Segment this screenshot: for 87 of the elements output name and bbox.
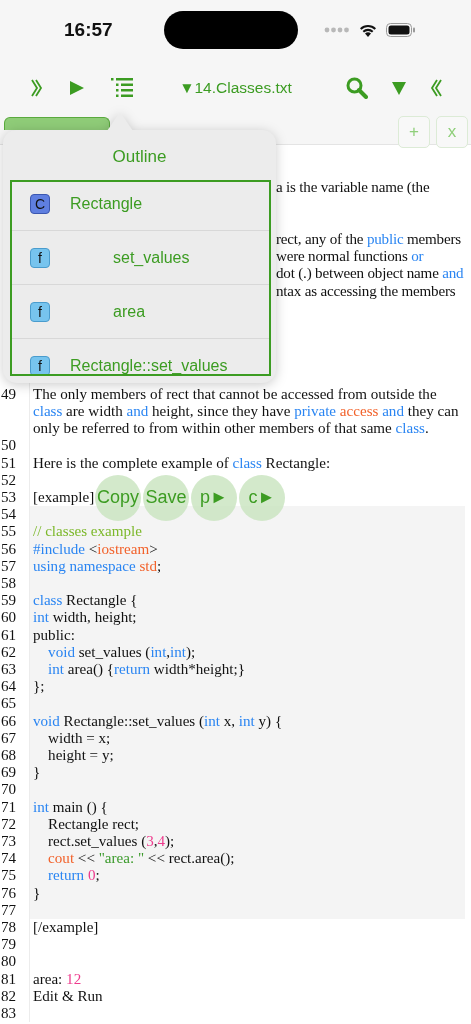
text-line: height = y; bbox=[47, 746, 114, 763]
text-line: class Rectangle { bbox=[33, 592, 138, 609]
outline-item[interactable]: f Rectangle::set_values bbox=[12, 338, 269, 374]
line-number: 60 bbox=[0, 609, 30, 627]
text-line: void set_values (int,int); bbox=[47, 643, 196, 660]
line-number: 71 bbox=[0, 798, 30, 816]
action-bubble-button[interactable]: p► bbox=[191, 474, 237, 521]
action-bubble-button[interactable]: Copy bbox=[95, 474, 141, 521]
text-line: Here is the complete example of class Rectangle: bbox=[33, 454, 331, 471]
text-line: The only members of rect that cannot be accessed from outside the class are width and height, since they have private access and they can only be referred to from within other members of that same class. bbox=[33, 385, 460, 437]
line-number: 58 bbox=[0, 574, 30, 593]
line-number: 68 bbox=[0, 746, 30, 765]
text-line: public: bbox=[33, 626, 75, 643]
line-number: 80 bbox=[0, 953, 30, 971]
popover-title: Outline bbox=[111, 146, 168, 168]
text-line: void Rectangle::set_values (int x, int y) { bbox=[33, 712, 283, 729]
text-line: } bbox=[33, 764, 41, 781]
close-tab-button[interactable]: x bbox=[436, 116, 468, 148]
text-line: ntax as accessing the members bbox=[276, 282, 456, 299]
line-number: 56 bbox=[0, 540, 30, 558]
text-line: using namespace std; bbox=[33, 557, 162, 574]
search-icon[interactable] bbox=[346, 77, 368, 99]
text-line: a is the variable name (the bbox=[276, 179, 430, 196]
text-line: } bbox=[33, 884, 41, 901]
line-number: 69 bbox=[0, 764, 30, 782]
clock-time: 16:57 bbox=[64, 19, 113, 41]
text-line: width = x; bbox=[47, 729, 111, 746]
text-line: area: 12 bbox=[33, 970, 82, 987]
line-number: 57 bbox=[0, 557, 30, 575]
text-line: // classes example bbox=[33, 523, 142, 540]
line-number: 65 bbox=[0, 695, 30, 713]
line-number: 52 bbox=[0, 471, 30, 489]
outline-item[interactable]: C Rectangle bbox=[12, 182, 269, 230]
line-number: 83 bbox=[0, 1005, 30, 1023]
line-number: 74 bbox=[0, 850, 30, 868]
double-chevron-left-icon[interactable] bbox=[430, 79, 442, 97]
add-tab-button[interactable]: + bbox=[398, 116, 430, 148]
text-line: #include <iostream> bbox=[33, 540, 158, 557]
line-number: 66 bbox=[0, 712, 30, 730]
text-line: [/example] bbox=[33, 919, 99, 935]
line-number: 59 bbox=[0, 592, 30, 610]
text-line: int area() {return width*height;} bbox=[47, 660, 245, 677]
line-number: 49 bbox=[0, 385, 30, 438]
file-title[interactable]: ▼14.Classes.txt bbox=[150, 79, 321, 97]
text-line: Edit & Run bbox=[33, 987, 103, 1004]
action-bubble-button[interactable]: c► bbox=[239, 474, 285, 521]
battery-icon bbox=[385, 23, 416, 37]
line-number: 79 bbox=[0, 936, 30, 954]
text-line: dot (.) between object name and bbox=[276, 265, 464, 282]
line-number: 72 bbox=[0, 815, 30, 833]
line-number: 51 bbox=[0, 454, 30, 472]
text-line: Rectangle rect; bbox=[47, 815, 140, 832]
play-icon[interactable] bbox=[69, 80, 85, 96]
outline-list-icon[interactable] bbox=[111, 78, 133, 98]
line-number: 62 bbox=[0, 643, 30, 661]
text-line: int main () { bbox=[33, 798, 108, 815]
line-number: 54 bbox=[0, 506, 30, 524]
text-line: cout << "area: " << rect.area(); bbox=[47, 850, 235, 867]
text-line: }; bbox=[33, 678, 45, 695]
text-line: [example] bbox=[33, 488, 95, 505]
line-number: 55 bbox=[0, 523, 30, 541]
line-number: 77 bbox=[0, 901, 30, 919]
outline-item[interactable]: f set_values bbox=[12, 230, 269, 284]
text-line: were normal functions or bbox=[276, 248, 424, 265]
wifi-icon bbox=[357, 22, 378, 38]
line-number: 63 bbox=[0, 660, 30, 679]
line-number: 76 bbox=[0, 884, 30, 902]
line-number: 75 bbox=[0, 867, 30, 885]
text-line: return 0; bbox=[47, 867, 100, 884]
line-number: 70 bbox=[0, 781, 30, 799]
line-number: 64 bbox=[0, 678, 30, 696]
line-number: 67 bbox=[0, 729, 30, 747]
text-line: int width, height; bbox=[33, 609, 137, 626]
text-line: rect, any of the public members bbox=[276, 230, 461, 247]
action-bubble-button[interactable]: Save bbox=[143, 474, 189, 521]
signal-icon bbox=[323, 27, 350, 33]
outline-item[interactable]: f area bbox=[12, 284, 269, 338]
line-number: 78 bbox=[0, 919, 30, 937]
line-number: 50 bbox=[0, 437, 30, 455]
text-line: rect.set_values (3,4); bbox=[47, 833, 175, 849]
line-number: 82 bbox=[0, 987, 30, 1005]
double-chevron-right-icon[interactable] bbox=[31, 79, 43, 97]
dropdown-triangle-icon[interactable] bbox=[392, 81, 406, 95]
line-number: 73 bbox=[0, 833, 30, 851]
line-number: 61 bbox=[0, 626, 30, 644]
line-number: 53 bbox=[0, 488, 30, 507]
line-number: 81 bbox=[0, 970, 30, 988]
